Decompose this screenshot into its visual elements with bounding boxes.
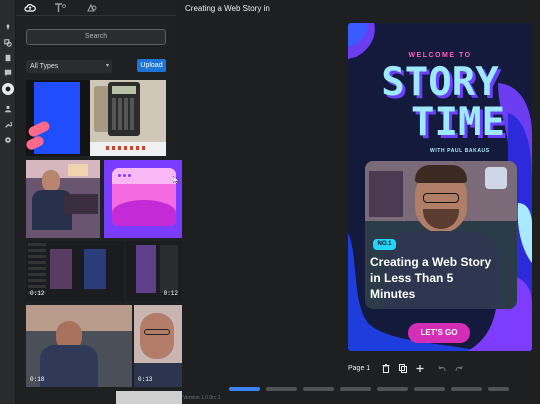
media-item[interactable]: 0:12 bbox=[26, 241, 124, 301]
media-search-input[interactable]: Search bbox=[26, 29, 166, 45]
media-item[interactable] bbox=[26, 80, 100, 156]
text-tab-icon[interactable] bbox=[52, 2, 68, 14]
shapes-tab-icon[interactable] bbox=[84, 2, 100, 14]
duplicate-page-icon[interactable] bbox=[398, 362, 408, 374]
chevron-down-icon: ▾ bbox=[105, 63, 109, 69]
media-item[interactable] bbox=[90, 80, 166, 156]
media-thumbnail bbox=[112, 168, 176, 226]
media-thumbnail bbox=[42, 170, 60, 192]
version-label: Version 1.0.0rc.1 bbox=[183, 395, 221, 401]
undo-icon[interactable] bbox=[437, 362, 447, 374]
media-item[interactable] bbox=[26, 160, 100, 238]
story-editor: Search All Types ▾ Upload 0:12 0:12 0:18… bbox=[0, 0, 540, 404]
media-icon[interactable] bbox=[2, 83, 14, 95]
media-item[interactable]: 0:12 bbox=[126, 241, 182, 301]
video-duration: 0:12 bbox=[163, 290, 178, 297]
video-duration: 0:13 bbox=[138, 376, 153, 383]
mouse-cursor-icon bbox=[173, 176, 179, 184]
add-page-icon[interactable] bbox=[415, 362, 425, 374]
ranking-badge[interactable]: NO.1 bbox=[373, 239, 396, 250]
carousel-page-7[interactable] bbox=[451, 387, 482, 391]
media-item[interactable] bbox=[104, 160, 182, 238]
media-thumbnail bbox=[140, 313, 174, 359]
comment-icon[interactable] bbox=[3, 68, 13, 78]
story-title[interactable]: Creating a Web Story in bbox=[185, 4, 270, 13]
media-tab-icon[interactable] bbox=[22, 2, 38, 14]
media-type-selected: All Types bbox=[30, 63, 59, 70]
redo-icon[interactable] bbox=[454, 362, 464, 374]
carousel-page-5[interactable] bbox=[377, 387, 408, 391]
media-item[interactable] bbox=[116, 391, 182, 404]
carousel-page-8[interactable] bbox=[488, 387, 509, 391]
wrench-icon[interactable] bbox=[3, 120, 13, 130]
story-title-line-1[interactable]: STORY bbox=[348, 63, 532, 102]
media-type-dropdown[interactable]: All Types ▾ bbox=[26, 60, 112, 73]
glasses-shape bbox=[423, 193, 459, 203]
video-duration: 0:18 bbox=[30, 376, 45, 383]
carousel-page-1[interactable] bbox=[229, 387, 260, 391]
media-thumbnail bbox=[108, 82, 140, 136]
settings-icon[interactable] bbox=[3, 135, 13, 145]
library-tabs bbox=[16, 0, 176, 16]
pin-icon[interactable] bbox=[3, 22, 13, 32]
carousel-page-3[interactable] bbox=[303, 387, 334, 391]
upload-button[interactable]: Upload bbox=[137, 59, 166, 72]
media-item[interactable]: 0:13 bbox=[134, 305, 182, 387]
carousel-page-2[interactable] bbox=[266, 387, 297, 391]
carousel-page-6[interactable] bbox=[414, 387, 445, 391]
left-icon-rail bbox=[0, 0, 16, 404]
user-icon[interactable] bbox=[3, 104, 13, 114]
shapes-icon[interactable] bbox=[3, 38, 13, 48]
page-toolbar: Page 1 bbox=[348, 362, 370, 374]
story-headline[interactable]: Creating a Web Story in Less Than 5 Minu… bbox=[370, 254, 495, 302]
delete-page-icon[interactable] bbox=[381, 362, 391, 374]
media-thumbnail bbox=[136, 245, 156, 293]
welcome-text[interactable]: WELCOME TO bbox=[348, 52, 532, 59]
page-number-label: Page 1 bbox=[348, 364, 371, 372]
story-title-line-2[interactable]: TIME bbox=[366, 103, 532, 142]
media-thumbnail bbox=[50, 249, 72, 289]
byline-text[interactable]: WITH PAUL BAKAUS bbox=[430, 148, 490, 154]
carousel-page-4[interactable] bbox=[340, 387, 371, 391]
cta-button[interactable]: LET'S GO bbox=[408, 323, 470, 343]
library-panel: Search All Types ▾ Upload 0:12 0:12 0:18… bbox=[16, 0, 182, 404]
media-item[interactable]: 0:18 bbox=[26, 305, 132, 387]
layers-icon[interactable] bbox=[3, 53, 13, 63]
video-duration: 0:12 bbox=[30, 290, 45, 297]
story-page-canvas[interactable]: WELCOME TO STORY TIME WITH PAUL BAKAUS N… bbox=[348, 23, 532, 351]
